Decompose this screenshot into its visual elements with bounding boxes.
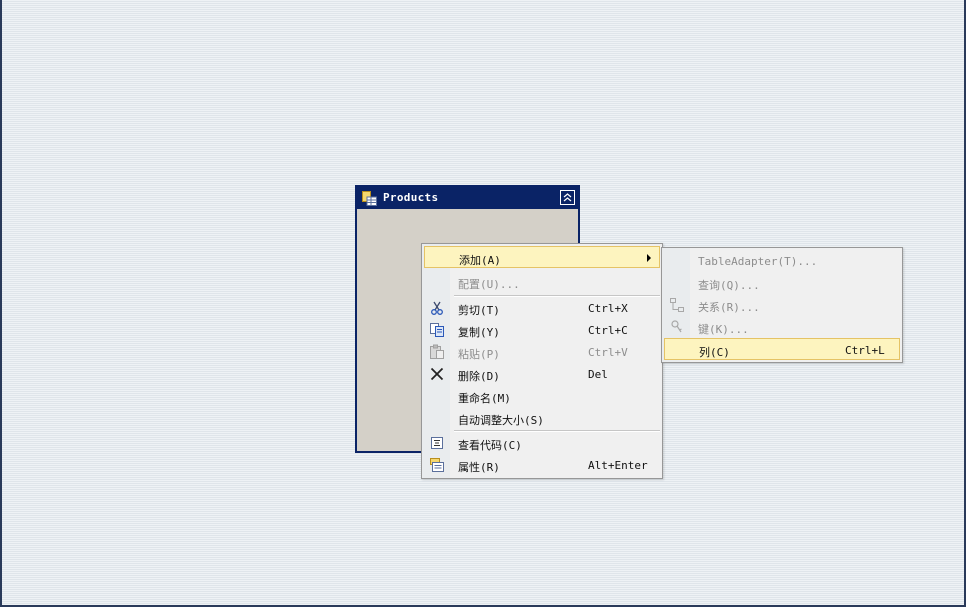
copy-icon bbox=[429, 322, 445, 338]
menu-item-label: 剪切(T) bbox=[458, 304, 500, 317]
menu-item-label: 添加(A) bbox=[459, 254, 501, 267]
menu-item-label: 重命名(M) bbox=[458, 392, 511, 405]
submenu-item-key[interactable]: 键(K)... bbox=[664, 316, 900, 338]
menu-item-label: 配置(U)... bbox=[458, 278, 520, 291]
menu-separator bbox=[454, 295, 660, 297]
menu-item-cut[interactable]: 剪切(T) Ctrl+X bbox=[424, 297, 660, 319]
menu-item-configure[interactable]: 配置(U)... bbox=[424, 271, 660, 293]
menu-item-label: 属性(R) bbox=[458, 461, 500, 474]
menu-item-label: 查询(Q)... bbox=[698, 279, 760, 292]
submenu-item-tableadapter[interactable]: TableAdapter(T)... bbox=[664, 250, 900, 272]
menu-item-label: 粘贴(P) bbox=[458, 348, 500, 361]
view-code-icon bbox=[429, 435, 445, 451]
menu-item-add[interactable]: 添加(A) bbox=[424, 246, 660, 268]
menu-item-shortcut: Alt+Enter bbox=[588, 459, 648, 472]
properties-icon bbox=[429, 457, 445, 473]
menu-item-paste[interactable]: 粘贴(P) Ctrl+V bbox=[424, 341, 660, 363]
menu-separator bbox=[454, 430, 660, 432]
submenu-item-column[interactable]: 列(C) Ctrl+L bbox=[664, 338, 900, 360]
menu-item-shortcut: Ctrl+X bbox=[588, 302, 628, 315]
menu-item-copy[interactable]: 复制(Y) Ctrl+C bbox=[424, 319, 660, 341]
menu-item-shortcut: Ctrl+C bbox=[588, 324, 628, 337]
menu-item-label: 删除(D) bbox=[458, 370, 500, 383]
context-menu: 添加(A) 配置(U)... 剪切(T) Ctrl+X 复制(Y) Ctrl+C… bbox=[421, 243, 663, 479]
menu-item-rename[interactable]: 重命名(M) bbox=[424, 385, 660, 407]
delete-x-icon bbox=[429, 366, 445, 382]
add-submenu: TableAdapter(T)... 查询(Q)... 关系(R)... 键(K… bbox=[661, 247, 903, 363]
table-icon bbox=[362, 191, 377, 206]
table-title: Products bbox=[383, 191, 439, 204]
menu-item-autosize[interactable]: 自动调整大小(S) bbox=[424, 407, 660, 429]
paste-icon bbox=[429, 344, 445, 360]
menu-item-label: TableAdapter(T)... bbox=[698, 255, 818, 268]
menu-item-label: 关系(R)... bbox=[698, 301, 760, 314]
menu-item-shortcut: Ctrl+L bbox=[845, 344, 885, 357]
menu-item-shortcut: Ctrl+V bbox=[588, 346, 628, 359]
menu-item-label: 列(C) bbox=[699, 346, 730, 359]
menu-item-shortcut: Del bbox=[588, 368, 608, 381]
relation-icon bbox=[669, 297, 685, 313]
menu-item-label: 键(K)... bbox=[698, 323, 749, 336]
collapse-up-icon[interactable] bbox=[560, 190, 575, 205]
menu-item-label: 复制(Y) bbox=[458, 326, 500, 339]
submenu-item-query[interactable]: 查询(Q)... bbox=[664, 272, 900, 294]
menu-item-label: 查看代码(C) bbox=[458, 439, 522, 452]
menu-item-label: 自动调整大小(S) bbox=[458, 414, 544, 427]
menu-item-delete[interactable]: 删除(D) Del bbox=[424, 363, 660, 385]
submenu-arrow-icon bbox=[647, 254, 651, 262]
menu-item-properties[interactable]: 属性(R) Alt+Enter bbox=[424, 454, 660, 476]
submenu-item-relation[interactable]: 关系(R)... bbox=[664, 294, 900, 316]
scissors-icon bbox=[429, 300, 445, 316]
key-icon bbox=[669, 319, 685, 335]
menu-item-view-code[interactable]: 查看代码(C) bbox=[424, 432, 660, 454]
table-header[interactable]: Products bbox=[357, 187, 578, 209]
